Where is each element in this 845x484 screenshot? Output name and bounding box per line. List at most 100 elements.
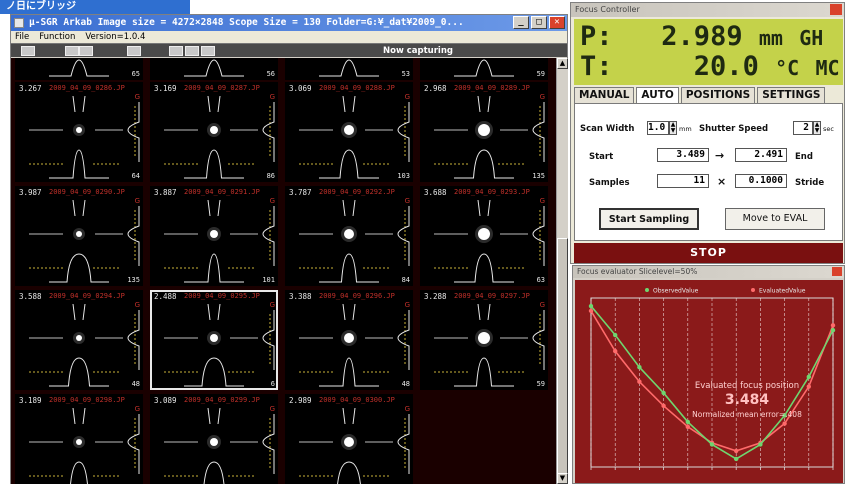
observed-series-point bbox=[588, 303, 594, 309]
cell-channel: G bbox=[404, 93, 410, 101]
menu-version: Version=1.0.4 bbox=[85, 32, 146, 42]
toolbar-table-icon[interactable] bbox=[127, 46, 141, 56]
thumbnail-cell[interactable]: 2.968 2009_04_09_0289.JP G 135 bbox=[420, 82, 548, 182]
thumbnail-cell[interactable]: 3.787 2009_04_09_0292.JP G 84 bbox=[285, 186, 413, 286]
thumbnail-cell[interactable]: 2.9892009_04_09_0300.JPG131 bbox=[285, 394, 413, 484]
thumbnail-cell-partial[interactable]: 59 bbox=[420, 58, 548, 80]
annotation-title: Evaluated focus position bbox=[695, 381, 799, 391]
legend-observed-label: ObservedValue bbox=[653, 288, 699, 295]
shutter-speed-input[interactable]: 2 bbox=[793, 121, 813, 135]
main-window: μ-SGR Arkab Image size = 4272×2848 Scope… bbox=[10, 14, 568, 484]
scroll-up-icon[interactable]: ▲ bbox=[557, 58, 568, 69]
arrow-icon: → bbox=[715, 149, 725, 162]
cell-position: 2.488 bbox=[154, 292, 177, 301]
minimize-icon[interactable]: _ bbox=[513, 16, 529, 29]
auto-panel: Scan Width 1.0 ▲ ▼ mm Shutter Speed 2 ▲ ▼ … bbox=[574, 103, 843, 241]
top-label: ノ日にブリッジ bbox=[0, 0, 190, 14]
p-value: 2.989 bbox=[661, 21, 743, 52]
toolbar-capture-icon[interactable] bbox=[185, 46, 199, 56]
close-icon[interactable] bbox=[830, 4, 842, 15]
thumbnail-cell[interactable]: 3.588 2009_04_09_0294.JP G 48 bbox=[15, 290, 143, 390]
stop-button[interactable]: STOP bbox=[574, 243, 843, 263]
samples-field[interactable]: 11 bbox=[657, 174, 709, 188]
tab-settings[interactable]: SETTINGS bbox=[757, 87, 826, 103]
toolbar-grid-icon[interactable] bbox=[21, 46, 35, 56]
tab-manual[interactable]: MANUAL bbox=[574, 87, 635, 103]
evaluated-series-point bbox=[637, 379, 642, 384]
thumbnail-cell[interactable]: 3.987 2009_04_09_0290.JP G 135 bbox=[15, 186, 143, 286]
cell-filename: 2009_04_09_0300.JP bbox=[319, 396, 395, 404]
scroll-down-icon[interactable]: ▼ bbox=[557, 473, 568, 484]
cell-filename: 2009_04_09_0290.JP bbox=[49, 188, 125, 196]
thumbnail-cell-partial[interactable]: 65 bbox=[15, 58, 143, 80]
cell-filename: 2009_04_09_0294.JP bbox=[49, 292, 125, 300]
cell-position: 3.189 bbox=[19, 396, 42, 405]
thumbnail-cell[interactable]: 3.169 2009_04_09_0287.JP G 86 bbox=[150, 82, 278, 182]
cell-position: 3.787 bbox=[289, 188, 312, 197]
move-to-eval-button[interactable]: Move to EVAL bbox=[725, 208, 825, 230]
thumbnail-cell-partial[interactable]: 56 bbox=[150, 58, 278, 80]
start-position-field[interactable]: 3.489 bbox=[657, 148, 709, 162]
maximize-icon[interactable]: □ bbox=[531, 16, 547, 29]
main-window-title: μ-SGR Arkab Image size = 4272×2848 Scope… bbox=[29, 17, 464, 28]
lcd-display: P: 2.989 mm GH T: 20.0 °C MC bbox=[574, 19, 843, 85]
cell-count: 64 bbox=[131, 172, 140, 180]
toolbar-camera-icon[interactable] bbox=[201, 46, 215, 56]
close-icon[interactable] bbox=[832, 267, 842, 276]
close-icon[interactable]: ✕ bbox=[549, 16, 565, 29]
cell-position: 3.267 bbox=[19, 84, 42, 93]
shutter-speed-spinner[interactable]: ▲ ▼ bbox=[813, 121, 821, 135]
tab-auto[interactable]: AUTO bbox=[636, 87, 679, 103]
toolbar-folder-icon[interactable] bbox=[169, 46, 183, 56]
observed-series-point bbox=[806, 374, 811, 380]
cell-count: 65 bbox=[131, 70, 140, 78]
tab-positions[interactable]: POSITIONS bbox=[680, 87, 756, 103]
menu-file[interactable]: File bbox=[15, 31, 29, 43]
thumbnail-cell[interactable]: 3.267 2009_04_09_0286.JP G 64 bbox=[15, 82, 143, 182]
temperature-readout: T: 20.0 °C MC bbox=[580, 51, 840, 82]
start-label: Start bbox=[589, 152, 614, 162]
scan-width-input[interactable]: 1.0 bbox=[647, 121, 669, 135]
cell-position: 2.968 bbox=[424, 84, 447, 93]
thumbnail-cell[interactable]: 3.388 2009_04_09_0296.JP G 48 bbox=[285, 290, 413, 390]
thumbnail-cell-partial[interactable]: 53 bbox=[285, 58, 413, 80]
cell-filename: 2009_04_09_0298.JP bbox=[49, 396, 125, 404]
focus-controller-titlebar[interactable]: Focus Controller bbox=[571, 3, 844, 17]
end-position-field[interactable]: 2.491 bbox=[735, 148, 787, 162]
cell-position: 3.288 bbox=[424, 292, 447, 301]
toolbar-image-icon[interactable] bbox=[79, 46, 93, 56]
thumbnail-cell[interactable]: 3.887 2009_04_09_0291.JP G 101 bbox=[150, 186, 278, 286]
thumbnail-cell[interactable]: 3.069 2009_04_09_0288.JP G 103 bbox=[285, 82, 413, 182]
scroll-thumb[interactable] bbox=[557, 238, 568, 478]
menubar: File Function Version=1.0.4 bbox=[11, 31, 567, 43]
app-icon bbox=[14, 18, 24, 28]
shutter-speed-label: Shutter Speed bbox=[699, 124, 769, 134]
cell-channel: G bbox=[404, 197, 410, 205]
thumbnail-cell[interactable]: 3.0892009_04_09_0299.JPG99 bbox=[150, 394, 278, 484]
legend-evaluated-label: EvaluatedValue bbox=[759, 288, 806, 295]
main-titlebar[interactable]: μ-SGR Arkab Image size = 4272×2848 Scope… bbox=[11, 15, 567, 31]
scan-width-spinner[interactable]: ▲ ▼ bbox=[669, 121, 677, 135]
cell-channel: G bbox=[539, 301, 545, 309]
legend-observed-marker bbox=[645, 288, 649, 292]
samples-label: Samples bbox=[589, 178, 630, 188]
thumbnail-cell[interactable]: 3.688 2009_04_09_0293.JP G 63 bbox=[420, 186, 548, 286]
cell-filename: 2009_04_09_0291.JP bbox=[184, 188, 260, 196]
stride-field[interactable]: 0.1000 bbox=[735, 174, 787, 188]
thumbnail-cell[interactable]: 3.288 2009_04_09_0297.JP G 59 bbox=[420, 290, 548, 390]
position-readout: P: 2.989 mm GH bbox=[580, 21, 823, 52]
thumbnail-cell[interactable]: 2.488 2009_04_09_0295.JP G 6 bbox=[150, 290, 278, 390]
cell-count: 135 bbox=[532, 172, 545, 180]
toolbar-list-icon[interactable] bbox=[65, 46, 79, 56]
cell-count: 101 bbox=[262, 276, 275, 284]
thumbnail-cell[interactable]: 3.1892009_04_09_0298.JPG86 bbox=[15, 394, 143, 484]
vertical-scrollbar[interactable]: ▲ ▼ bbox=[556, 58, 568, 484]
cell-filename: 2009_04_09_0287.JP bbox=[184, 84, 260, 92]
cell-position: 3.987 bbox=[19, 188, 42, 197]
cell-position: 3.089 bbox=[154, 396, 177, 405]
start-sampling-button[interactable]: Start Sampling bbox=[599, 208, 699, 230]
menu-function[interactable]: Function bbox=[39, 31, 75, 43]
cell-count: 56 bbox=[266, 70, 275, 78]
focus-evaluator-titlebar[interactable]: Focus evaluator Slicelevel=50% bbox=[573, 266, 844, 278]
cell-count: 48 bbox=[131, 380, 140, 388]
